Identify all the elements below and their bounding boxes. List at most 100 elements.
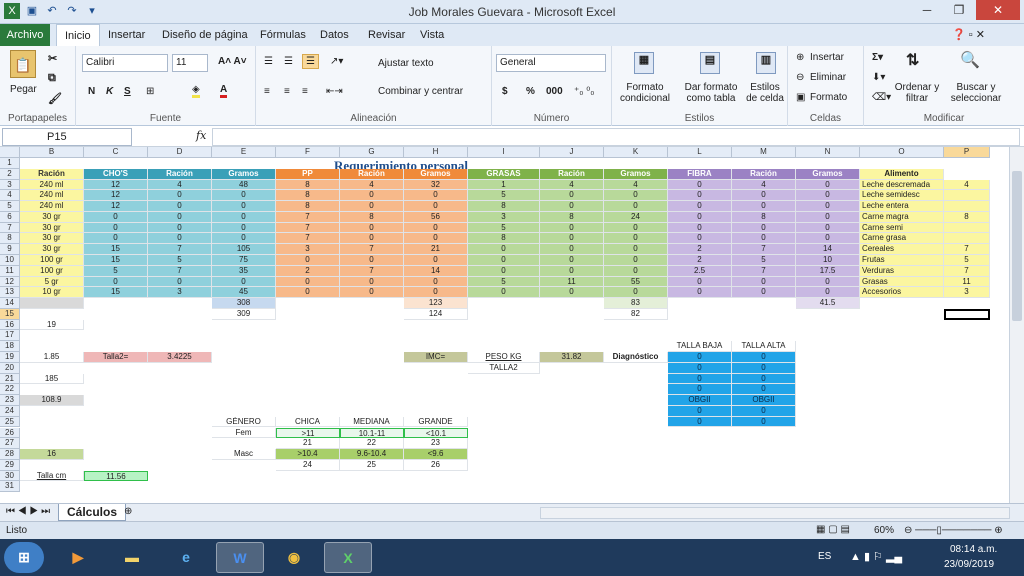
- cell-sheet-blue-4-1[interactable]: OBGII: [732, 395, 796, 406]
- row-header[interactable]: 2: [0, 168, 20, 180]
- cell-styles-button[interactable]: Estilos de celda: [744, 82, 786, 104]
- sheet-nav-icon[interactable]: ⏮ ◀ ▶ ⏭: [6, 506, 50, 517]
- font-color-icon[interactable]: A: [220, 84, 228, 98]
- cell-sheet-table-2-1[interactable]: 12: [84, 201, 148, 212]
- cell-sheet-table-1-5[interactable]: 0: [340, 190, 404, 202]
- cell-sheet-table-4-3[interactable]: 0: [212, 222, 276, 234]
- cell-sheet-table-4-0[interactable]: 30 gr: [20, 222, 84, 234]
- percent-button[interactable]: %: [526, 86, 535, 97]
- cell-sheet-fem[interactable]: Fem: [212, 427, 276, 439]
- excel-taskbar-icon[interactable]: X: [324, 542, 372, 573]
- cell-sheet-table-8-1[interactable]: 5: [84, 265, 148, 277]
- fill-color-icon[interactable]: ◈: [192, 84, 200, 98]
- cell-sheet-table-7-12[interactable]: 10: [796, 255, 860, 266]
- cell-sheet-table-9-6[interactable]: 0: [404, 276, 468, 288]
- column-header[interactable]: L: [668, 147, 732, 158]
- language-indicator[interactable]: ES: [818, 551, 831, 562]
- cell-sheet-table-0-5[interactable]: 4: [340, 179, 404, 191]
- row-header[interactable]: 30: [0, 470, 20, 482]
- cell-sheet-table-7-7[interactable]: 0: [468, 255, 540, 266]
- cell-sheet-table-9-11[interactable]: 0: [732, 276, 796, 288]
- cell-sheet-table-5-3[interactable]: 0: [212, 233, 276, 245]
- cell-sheet-table-2-11[interactable]: 0: [732, 201, 796, 212]
- cell-sheet-table-2-12[interactable]: 0: [796, 201, 860, 212]
- decimals-icon[interactable]: ⁺₀ ⁰₀: [574, 86, 594, 97]
- zoom-slider[interactable]: ⊖ ───▯─────── ⊕: [904, 525, 1003, 536]
- column-header[interactable]: N: [796, 147, 860, 158]
- column-header[interactable]: M: [732, 147, 796, 158]
- row-header[interactable]: 4: [0, 190, 20, 202]
- cell-sheet-b23[interactable]: 108.9: [20, 395, 84, 406]
- cell-sheet-headers-o[interactable]: Alimento: [860, 168, 944, 180]
- column-header[interactable]: K: [604, 147, 668, 158]
- cell-sheet-table-6-4[interactable]: 3: [276, 244, 340, 255]
- cell-sheet-table-4-4[interactable]: 7: [276, 222, 340, 234]
- tab-revisar[interactable]: Revisar: [360, 24, 413, 46]
- row-header[interactable]: 8: [0, 233, 20, 245]
- fill-icon[interactable]: ⬇▾: [872, 72, 885, 83]
- cell-sheet-table-3-7[interactable]: 3: [468, 211, 540, 223]
- close-button[interactable]: ✕: [976, 0, 1020, 20]
- cell-sheet-peso_label[interactable]: PESO KG: [468, 352, 540, 363]
- cell-sheet-table-4-6[interactable]: 0: [404, 222, 468, 234]
- cell-sheet-table-3-14[interactable]: 8: [944, 211, 990, 223]
- cell-sheet-table-4-5[interactable]: 0: [340, 222, 404, 234]
- cell-sheet-table-6-6[interactable]: 21: [404, 244, 468, 255]
- cell-sheet-fem_nums-1[interactable]: 22: [340, 438, 404, 450]
- cell-sheet-headers-n[interactable]: Gramos: [796, 168, 860, 180]
- cell-sheet-blue-2-1[interactable]: 0: [732, 373, 796, 385]
- cell-sheet-table-0-3[interactable]: 48: [212, 179, 276, 191]
- copy-icon[interactable]: ⧉: [48, 72, 56, 85]
- cell-sheet-table-10-1[interactable]: 15: [84, 287, 148, 299]
- cell-sheet-table-2-14[interactable]: [944, 201, 990, 212]
- cell-sheet-table-4-10[interactable]: 0: [668, 222, 732, 234]
- cell-sheet-table-10-6[interactable]: 0: [404, 287, 468, 299]
- cell-sheet-table-8-10[interactable]: 2.5: [668, 265, 732, 277]
- sort-filter-icon[interactable]: ⇅: [906, 50, 919, 70]
- cell-sheet-table-6-10[interactable]: 2: [668, 244, 732, 255]
- sheet-tab-calculos[interactable]: Cálculos: [58, 504, 127, 521]
- cell-sheet-fem_vals-2[interactable]: <10.1: [404, 427, 468, 439]
- cell-sheet-table-3-13[interactable]: Carne magra: [860, 211, 944, 223]
- cell-sheet-talla_alta[interactable]: TALLA ALTA: [732, 341, 796, 353]
- chrome-icon[interactable]: ◉: [270, 542, 318, 573]
- cell-sheet-table-0-9[interactable]: 4: [604, 179, 668, 191]
- cell-sheet-imc_label[interactable]: IMC=: [404, 352, 468, 363]
- cell-sheet-headers-i[interactable]: GRASAS: [468, 168, 540, 180]
- insert-function-icon[interactable]: fx: [196, 129, 206, 142]
- merge-center-button[interactable]: Combinar y centrar: [378, 86, 463, 97]
- table-format-icon[interactable]: ▤: [700, 52, 720, 74]
- tab-inicio[interactable]: Inicio: [56, 24, 100, 46]
- cell-sheet-table-2-4[interactable]: 8: [276, 201, 340, 212]
- thousands-button[interactable]: 000: [546, 86, 563, 97]
- cell-sheet-table-3-1[interactable]: 0: [84, 211, 148, 223]
- cell-sheet-fem_vals-0[interactable]: >11: [276, 427, 340, 439]
- cell-sheet-table-8-0[interactable]: 100 gr: [20, 265, 84, 277]
- cell-sheet-table-10-3[interactable]: 45: [212, 287, 276, 299]
- cell-sheet-headers-m[interactable]: Ración: [732, 168, 796, 180]
- paste-icon[interactable]: 📋: [10, 50, 36, 78]
- cell-sheet-masc_nums-0[interactable]: 24: [276, 459, 340, 471]
- cell-sheet-table-0-7[interactable]: 1: [468, 179, 540, 191]
- cell-sheet-table-4-14[interactable]: [944, 222, 990, 234]
- cell-sheet-table-9-14[interactable]: 11: [944, 276, 990, 288]
- cell-sheet-fem_vals-1[interactable]: 10.1-11: [340, 427, 404, 439]
- cell-sheet-table-10-8[interactable]: 0: [540, 287, 604, 299]
- number-format-select[interactable]: General: [496, 54, 606, 72]
- cell-sheet-b28[interactable]: 16: [20, 449, 84, 460]
- cell-sheet-table-10-12[interactable]: 0: [796, 287, 860, 299]
- cell-sheet-table-3-2[interactable]: 0: [148, 211, 212, 223]
- cell-sheet-table-3-12[interactable]: 0: [796, 211, 860, 223]
- start-button-icon[interactable]: ⊞: [4, 542, 44, 573]
- cell-sheet-table-9-5[interactable]: 0: [340, 276, 404, 288]
- row-header[interactable]: 19: [0, 352, 20, 363]
- wrap-text-button[interactable]: Ajustar texto: [378, 58, 434, 69]
- tab-archivo[interactable]: Archivo: [0, 24, 50, 46]
- cell-sheet-blue-6-0[interactable]: 0: [668, 416, 732, 428]
- cell-sheet-table-4-12[interactable]: 0: [796, 222, 860, 234]
- tab-vista[interactable]: Vista: [412, 24, 452, 46]
- delete-cells-button[interactable]: Eliminar: [810, 72, 846, 83]
- cell-sheet-table-4-9[interactable]: 0: [604, 222, 668, 234]
- row-header[interactable]: 1: [0, 158, 20, 169]
- column-header[interactable]: G: [340, 147, 404, 158]
